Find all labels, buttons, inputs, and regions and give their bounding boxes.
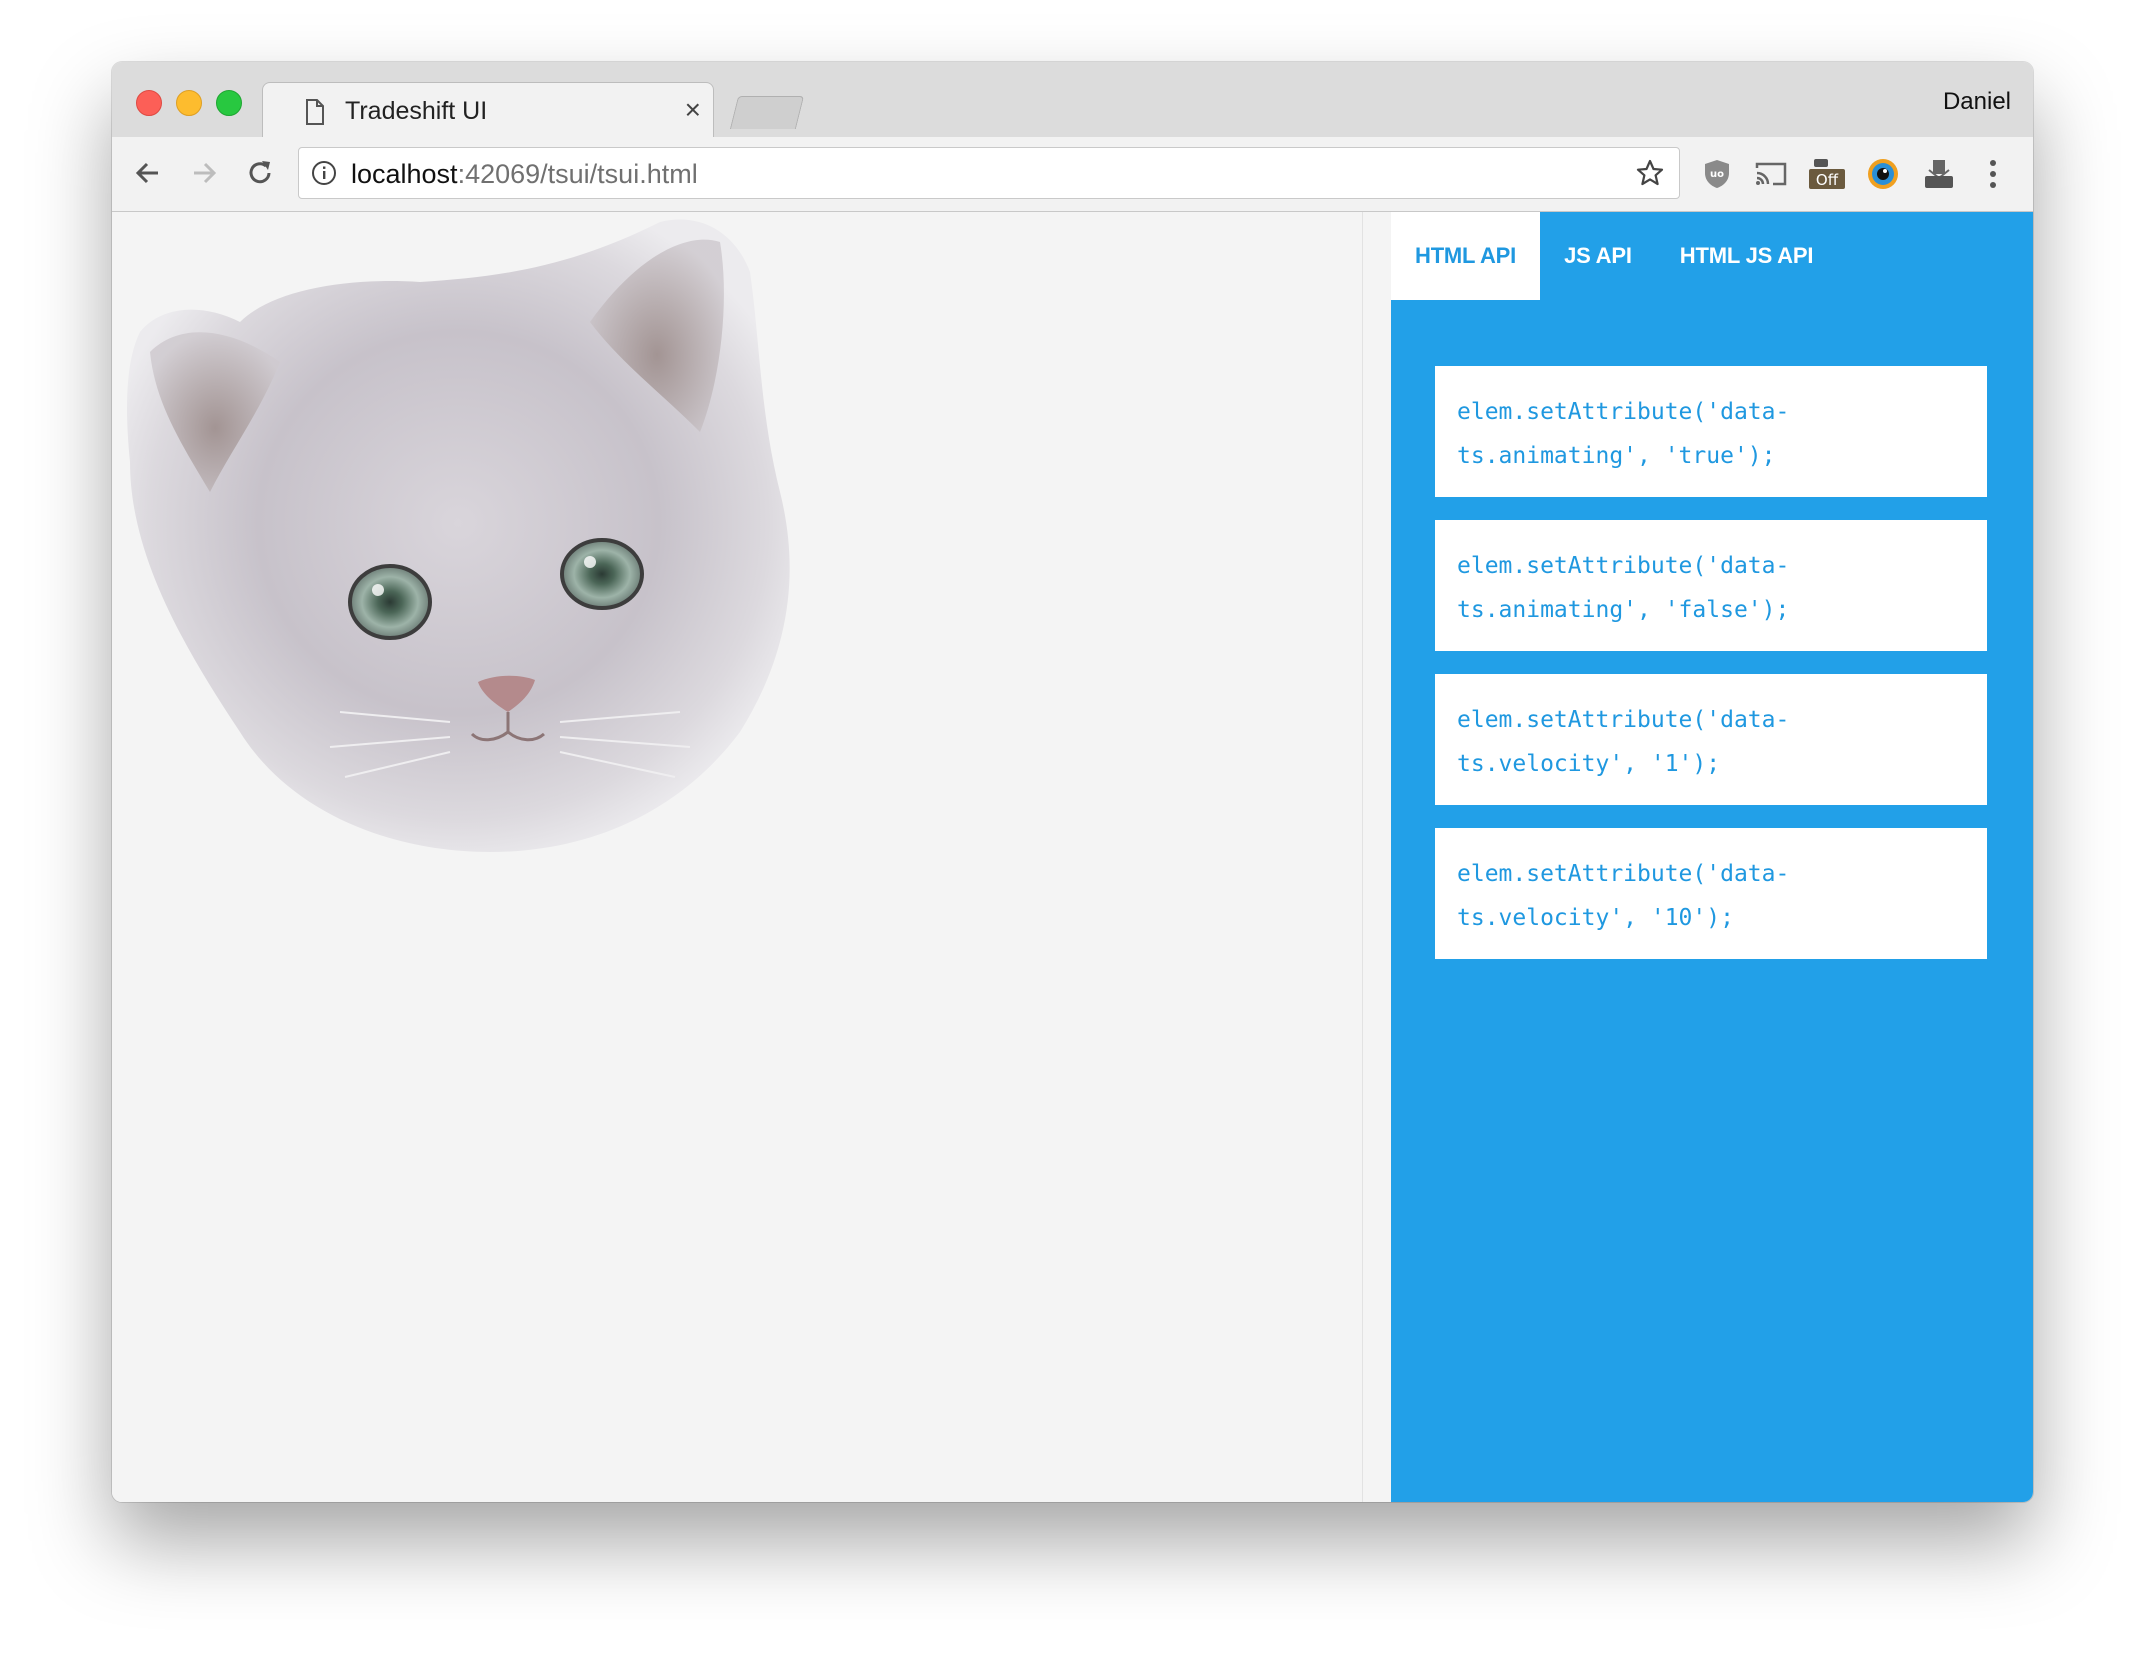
reload-icon[interactable] xyxy=(240,153,280,193)
close-window-button[interactable] xyxy=(136,90,162,116)
code-snippet-velocity-1[interactable]: elem.setAttribute('data- ts.velocity', '… xyxy=(1435,674,1987,805)
new-tab-button[interactable] xyxy=(729,96,805,129)
api-tabs: HTML API JS API HTML JS API xyxy=(1391,212,1837,300)
tab-js-api[interactable]: JS API xyxy=(1540,212,1656,300)
tab-title: Tradeshift UI xyxy=(345,97,488,125)
api-panel: HTML API JS API HTML JS API elem.setAttr… xyxy=(1391,212,2033,1502)
off-badge-text: Off xyxy=(1816,171,1839,189)
browser-tab[interactable]: Tradeshift UI × xyxy=(262,82,714,139)
inbox-icon[interactable] xyxy=(1920,155,1958,193)
svg-text:uo: uo xyxy=(1710,169,1724,180)
close-icon[interactable]: × xyxy=(685,94,701,125)
off-extension-icon[interactable]: Off xyxy=(1808,155,1846,193)
url-host: localhost xyxy=(351,159,458,189)
document-icon xyxy=(306,99,324,125)
tab-html-api[interactable]: HTML API xyxy=(1391,212,1541,300)
star-icon[interactable] xyxy=(1635,158,1665,188)
minimize-window-button[interactable] xyxy=(176,90,202,116)
code-snippet-velocity-10[interactable]: elem.setAttribute('data- ts.velocity', '… xyxy=(1435,828,1987,959)
info-icon[interactable] xyxy=(311,160,337,186)
back-icon[interactable] xyxy=(128,153,168,193)
maximize-window-button[interactable] xyxy=(216,90,242,116)
splitter[interactable] xyxy=(1362,212,1391,1502)
url-path: :42069/tsui/tsui.html xyxy=(457,159,698,189)
title-bar: Tradeshift UI × Daniel xyxy=(112,62,2033,139)
eye-extension-icon[interactable] xyxy=(1864,155,1902,193)
menu-icon[interactable] xyxy=(1974,155,2012,193)
tab-html-js-api[interactable]: HTML JS API xyxy=(1656,212,1838,300)
url-text[interactable]: localhost:42069/tsui/tsui.html xyxy=(351,159,698,190)
browser-toolbar: localhost:42069/tsui/tsui.html uo Off xyxy=(112,137,2033,212)
code-snippet-animating-true[interactable]: elem.setAttribute('data- ts.animating', … xyxy=(1435,366,1987,497)
profile-name[interactable]: Daniel xyxy=(1943,88,2011,116)
kitten-image xyxy=(127,219,790,852)
code-snippet-list: elem.setAttribute('data- ts.animating', … xyxy=(1435,366,1987,982)
address-bar[interactable]: localhost:42069/tsui/tsui.html xyxy=(298,147,1680,199)
shield-icon[interactable]: uo xyxy=(1698,155,1736,193)
forward-icon[interactable] xyxy=(184,153,224,193)
main-area xyxy=(112,212,1362,1502)
code-snippet-animating-false[interactable]: elem.setAttribute('data- ts.animating', … xyxy=(1435,520,1987,651)
page-content: HTML API JS API HTML JS API elem.setAttr… xyxy=(112,212,2033,1502)
cast-icon[interactable] xyxy=(1752,155,1790,193)
browser-window: Tradeshift UI × Daniel localhost:42069/t… xyxy=(112,62,2033,1502)
